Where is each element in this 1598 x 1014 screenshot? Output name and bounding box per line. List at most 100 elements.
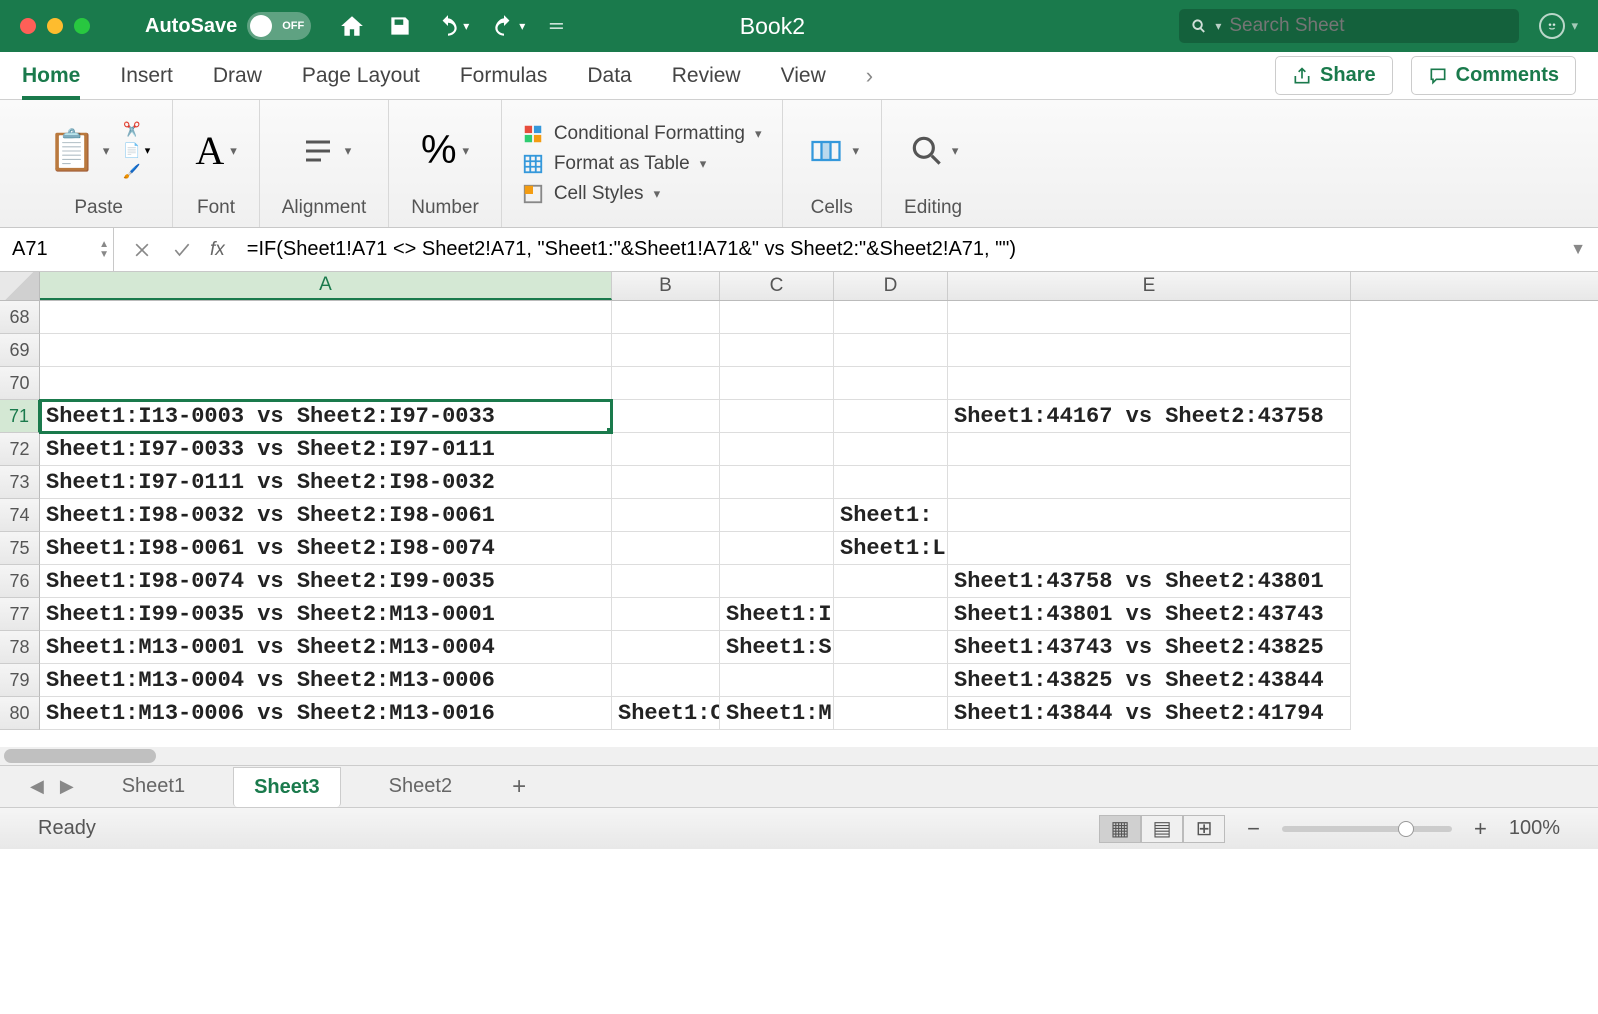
cell[interactable]: Sheet1:M13-0001 vs Sheet2:M13-0004 [40,631,612,664]
row-header[interactable]: 73 [0,466,40,499]
sheet-next-icon[interactable]: ▶ [60,776,74,797]
cell[interactable]: Sheet1:I97-0111 vs Sheet2:I98-0032 [40,466,612,499]
cell[interactable] [720,433,834,466]
font-group[interactable]: A▾ Font [173,100,259,227]
view-normal-icon[interactable]: ▦ [1099,815,1141,843]
number-group[interactable]: %▾ Number [389,100,502,227]
cell[interactable] [612,565,720,598]
add-sheet-button[interactable]: + [500,773,538,801]
select-all-corner[interactable] [0,272,40,300]
cell[interactable] [720,664,834,697]
cell[interactable] [834,367,948,400]
tab-insert[interactable]: Insert [120,54,173,98]
column-header-b[interactable]: B [612,272,720,300]
cell[interactable] [40,301,612,334]
cell[interactable] [40,367,612,400]
paste-icon[interactable]: 📋 [47,127,97,174]
cell[interactable] [834,400,948,433]
close-window[interactable] [20,18,36,34]
feedback-icon[interactable] [1539,13,1565,39]
cell[interactable] [612,598,720,631]
name-box[interactable]: A71 ▲▼ [0,228,114,271]
cell[interactable]: Sheet1:I99-0035 vs Sheet2:M13-0001 [40,598,612,631]
minimize-window[interactable] [47,18,63,34]
tab-view[interactable]: View [781,54,826,98]
scrollbar-thumb[interactable] [4,749,156,763]
conditional-formatting-button[interactable]: Conditional Formatting ▾ [522,123,762,145]
format-painter-icon[interactable]: 🖌️ [123,163,150,180]
format-as-table-button[interactable]: Format as Table ▾ [522,153,762,175]
cell[interactable]: Sheet1:M13-0004 vs Sheet2:M13-0006 [40,664,612,697]
cell[interactable] [834,598,948,631]
cell[interactable]: Sheet1:I98-0032 vs Sheet2:I98-0061 [40,499,612,532]
cell[interactable] [834,433,948,466]
cell[interactable] [720,334,834,367]
row-header[interactable]: 76 [0,565,40,598]
cell[interactable]: Sheet1:L [834,532,948,565]
row-header[interactable]: 79 [0,664,40,697]
cell[interactable] [612,433,720,466]
copy-icon[interactable]: 📄▾ [123,142,150,159]
cell[interactable]: Sheet1:I [720,598,834,631]
cell[interactable] [720,532,834,565]
comments-button[interactable]: Comments [1411,56,1576,95]
sheet-tab-sheet2[interactable]: Sheet2 [369,767,472,806]
chevron-down-icon[interactable]: ▾ [1571,18,1578,34]
cell[interactable] [834,565,948,598]
zoom-in-button[interactable]: + [1474,816,1487,842]
share-button[interactable]: Share [1275,56,1393,95]
row-header[interactable]: 77 [0,598,40,631]
cut-icon[interactable]: ✂️ [123,121,150,138]
cell[interactable]: Sheet1:43758 vs Sheet2:43801 [948,565,1351,598]
cell[interactable] [720,466,834,499]
cell[interactable] [720,367,834,400]
fx-label[interactable]: fx [210,239,237,261]
home-icon[interactable] [339,13,365,39]
cell[interactable] [720,565,834,598]
search-box[interactable]: ▾ [1179,9,1519,43]
row-header[interactable]: 69 [0,334,40,367]
cell[interactable] [40,334,612,367]
cell[interactable]: Sheet1:44167 vs Sheet2:43758 [948,400,1351,433]
alignment-group[interactable]: ▾ Alignment [260,100,390,227]
sheet-tab-sheet3[interactable]: Sheet3 [233,767,341,807]
cell[interactable] [720,301,834,334]
cell[interactable] [720,400,834,433]
tabs-overflow-icon[interactable]: › [866,63,873,89]
sheet-tab-sheet1[interactable]: Sheet1 [102,767,205,806]
row-header[interactable]: 78 [0,631,40,664]
cell[interactable] [834,697,948,730]
cell[interactable]: Sheet1:43801 vs Sheet2:43743 [948,598,1351,631]
tab-formulas[interactable]: Formulas [460,54,548,98]
cell[interactable] [834,664,948,697]
column-header-d[interactable]: D [834,272,948,300]
cell[interactable]: Sheet1:S [720,631,834,664]
cell[interactable] [834,301,948,334]
tab-data[interactable]: Data [587,54,631,98]
formula-expand-icon[interactable]: ▼ [1558,241,1598,259]
cell[interactable] [720,499,834,532]
sheet-prev-icon[interactable]: ◀ [30,776,44,797]
spreadsheet-grid[interactable]: 68697071Sheet1:I13-0003 vs Sheet2:I97-00… [0,301,1598,747]
cell[interactable] [612,334,720,367]
cell[interactable] [834,631,948,664]
row-header[interactable]: 75 [0,532,40,565]
autosave-switch[interactable]: OFF [247,12,311,40]
search-input[interactable] [1229,15,1507,37]
formula-input[interactable]: =IF(Sheet1!A71 <> Sheet2!A71, "Sheet1:"&… [237,238,1558,261]
row-header[interactable]: 70 [0,367,40,400]
confirm-formula-icon[interactable] [172,240,192,260]
cell[interactable]: Sheet1:43825 vs Sheet2:43844 [948,664,1351,697]
row-header[interactable]: 80 [0,697,40,730]
cell[interactable] [612,466,720,499]
cell[interactable]: Sheet1:I13-0003 vs Sheet2:I97-0033 [40,400,612,433]
cell[interactable] [948,532,1351,565]
cell[interactable] [612,367,720,400]
tab-draw[interactable]: Draw [213,54,262,98]
column-header-c[interactable]: C [720,272,834,300]
cell[interactable]: Sheet1: [834,499,948,532]
cell-styles-button[interactable]: Cell Styles ▾ [522,183,762,205]
cell[interactable]: Sheet1:43743 vs Sheet2:43825 [948,631,1351,664]
cell[interactable]: Sheet1:I98-0061 vs Sheet2:I98-0074 [40,532,612,565]
cell[interactable] [948,499,1351,532]
